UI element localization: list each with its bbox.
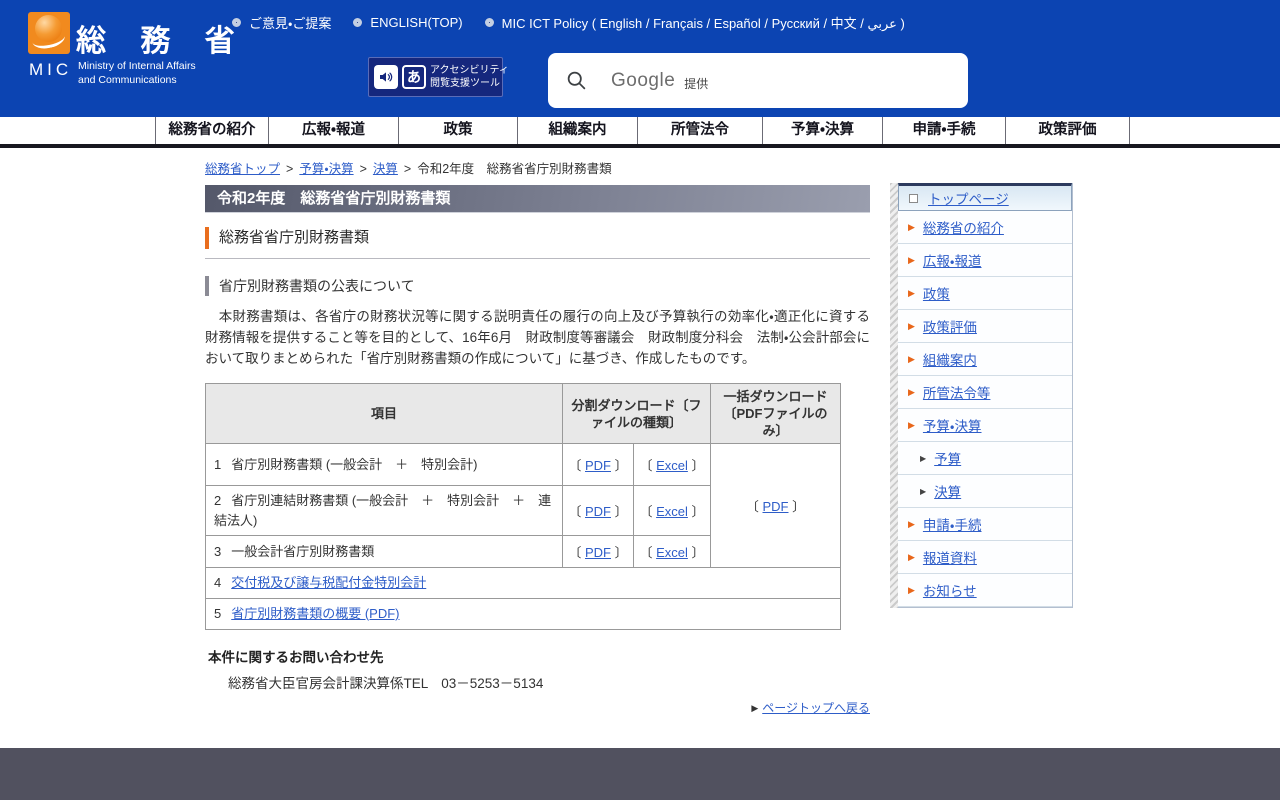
nav-item-laws[interactable]: 所管法令: [637, 117, 762, 144]
sidebar-item-pr[interactable]: ▶広報・報道: [898, 244, 1072, 277]
nav-item-evaluation[interactable]: 政策評価: [1005, 117, 1130, 144]
header-utility-links: ご意見・ご提案 ENGLISH(TOP) MIC ICT Policy ( En…: [232, 13, 905, 32]
arrow-right-icon: ▶: [908, 387, 915, 398]
intro-paragraph: 本財務書類は、各省庁の財務状況等に関する説明責任の履行の向上及び予算執行の効率化…: [205, 306, 870, 369]
sidebar: トップページ ▶総務省の紹介 ▶広報・報道 ▶政策 ▶政策評価 ▶組織案内 ▶所…: [890, 183, 1073, 608]
sidebar-item-organization[interactable]: ▶組織案内: [898, 343, 1072, 376]
english-link[interactable]: ENGLISH(TOP): [353, 15, 462, 30]
arrow-right-icon: ▶: [908, 321, 915, 332]
site-header: MIC 総 務 省 Ministry of Internal Affairs a…: [0, 0, 1280, 117]
logo-mic-text: MIC: [29, 60, 72, 80]
arrow-right-icon: ▶: [908, 288, 915, 299]
pdf-link[interactable]: PDF: [585, 504, 611, 519]
speaker-icon: [374, 65, 398, 89]
sidebar-item-top-page[interactable]: トップページ: [898, 183, 1072, 211]
sidebar-item-policy[interactable]: ▶政策: [898, 277, 1072, 310]
mic-logo[interactable]: MIC 総 務 省 Ministry of Internal Affairs a…: [28, 8, 228, 108]
sidebar-item-news[interactable]: ▶お知らせ: [898, 574, 1072, 607]
download-table: 項目 分割ダウンロード〔ファイルの種類〕 一括ダウンロード〔PDFファイルのみ〕…: [205, 383, 841, 630]
sub-heading: 省庁別財務書類の公表について: [205, 276, 415, 296]
search-provider-label: Google: [611, 70, 675, 92]
footer: [0, 748, 1280, 800]
breadcrumb: 総務省トップ>予算・決算>決算>令和2年度 総務省省庁別財務書類: [205, 158, 612, 177]
sidebar-item-budget[interactable]: ▶予算・決算: [898, 409, 1072, 442]
feedback-link[interactable]: ご意見・ご提案: [232, 13, 331, 32]
excel-link[interactable]: Excel: [656, 458, 688, 473]
arrow-right-icon: ▶: [908, 222, 915, 233]
search-provider-suffix: 提供: [684, 75, 708, 92]
search-icon: [566, 70, 587, 91]
page-top-link[interactable]: ページトップへ戻る: [762, 701, 870, 715]
sidebar-item-applications[interactable]: ▶申請・手続: [898, 508, 1072, 541]
nav-item-applications[interactable]: 申請・手続: [882, 117, 1005, 144]
table-header-split-download: 分割ダウンロード〔ファイルの種類〕: [563, 384, 711, 444]
breadcrumb-link-home[interactable]: 総務省トップ: [205, 162, 280, 176]
arrow-right-icon: ▶: [908, 354, 915, 365]
accessibility-tool-button[interactable]: あ アクセシビリティ 閲覧支援ツール: [368, 57, 503, 97]
table-row: 5省庁別財務書類の概要 (PDF): [206, 599, 841, 630]
excel-link[interactable]: Excel: [656, 545, 688, 560]
ring-bullet-icon: [232, 18, 241, 27]
special-account-link[interactable]: 交付税及び譲与税配付金特別会計: [231, 575, 426, 590]
sidebar-subitem-settlement[interactable]: ▶決算: [898, 475, 1072, 508]
pdf-link[interactable]: PDF: [585, 545, 611, 560]
contact-heading: 本件に関するお問い合わせ先: [208, 646, 384, 666]
arrow-right-icon: ▶: [908, 519, 915, 530]
table-row: 4交付税及び譲与税配付金特別会計: [206, 568, 841, 599]
arrow-right-icon: ▶: [908, 552, 915, 563]
ring-bullet-icon: [485, 18, 494, 27]
nav-item-organization[interactable]: 組織案内: [517, 117, 637, 144]
nav-item-budget[interactable]: 予算・決算: [762, 117, 882, 144]
breadcrumb-current: 令和2年度 総務省省庁別財務書類: [417, 162, 611, 176]
arrow-right-icon: ▶: [908, 420, 915, 431]
nav-item-pr[interactable]: 広報・報道: [268, 117, 398, 144]
ring-bullet-icon: [353, 18, 362, 27]
table-header-item: 項目: [206, 384, 563, 444]
arrow-right-icon: ▶: [908, 255, 915, 266]
page-top: ▶ ページトップへ戻る: [205, 699, 870, 716]
breadcrumb-link-budget[interactable]: 予算・決算: [299, 162, 353, 176]
table-row: 1省庁別財務書類 (一般会計 ＋ 特別会計) 〔 PDF 〕 〔 Excel 〕…: [206, 444, 841, 486]
nav-item-policy[interactable]: 政策: [398, 117, 517, 144]
sidebar-item-about[interactable]: ▶総務省の紹介: [898, 211, 1072, 244]
kana-a-icon: あ: [402, 65, 426, 89]
excel-link[interactable]: Excel: [656, 504, 688, 519]
accessibility-tool-label: アクセシビリティ 閲覧支援ツール: [430, 64, 509, 90]
arrow-right-icon: ▶: [751, 703, 758, 713]
site-search-input[interactable]: Google 提供: [548, 53, 968, 108]
sidebar-item-press[interactable]: ▶報道資料: [898, 541, 1072, 574]
site-title-en: Ministry of Internal Affairs and Communi…: [78, 60, 196, 87]
contact-detail: 総務省大臣官房会計課決算係TEL 03－5253－5134: [228, 672, 543, 692]
page-body: 総務省トップ>予算・決算>決算>令和2年度 総務省省庁別財務書類 令和2年度 総…: [0, 148, 1280, 748]
section-heading: 総務省省庁別財務書類: [205, 227, 870, 259]
overview-pdf-link[interactable]: 省庁別財務書類の概要 (PDF): [231, 606, 399, 621]
table-header-bulk-download: 一括ダウンロード〔PDFファイルのみ〕: [711, 384, 841, 444]
sidebar-subitem-budget[interactable]: ▶予算: [898, 442, 1072, 475]
bulk-pdf-link[interactable]: PDF: [763, 499, 789, 514]
arrow-right-icon: ▶: [908, 585, 915, 596]
pdf-link[interactable]: PDF: [585, 458, 611, 473]
mic-logo-mark-icon: [28, 12, 70, 54]
arrow-right-icon: ▶: [920, 454, 926, 463]
sidebar-hatch-border: [890, 183, 898, 608]
ict-policy-link[interactable]: MIC ICT Policy ( English / Français / Es…: [485, 13, 905, 32]
nav-item-about[interactable]: 総務省の紹介: [155, 117, 268, 144]
sidebar-item-laws[interactable]: ▶所管法令等: [898, 376, 1072, 409]
arrow-right-icon: ▶: [920, 487, 926, 496]
page-title-bar: 令和2年度 総務省省庁別財務書類: [205, 185, 870, 213]
breadcrumb-link-settlement[interactable]: 決算: [373, 162, 398, 176]
square-bullet-icon: [909, 194, 918, 203]
sidebar-item-evaluation[interactable]: ▶政策評価: [898, 310, 1072, 343]
global-nav: 総務省の紹介 広報・報道 政策 組織案内 所管法令 予算・決算 申請・手続 政策…: [0, 117, 1280, 148]
site-title-jp: 総 務 省: [76, 16, 248, 60]
